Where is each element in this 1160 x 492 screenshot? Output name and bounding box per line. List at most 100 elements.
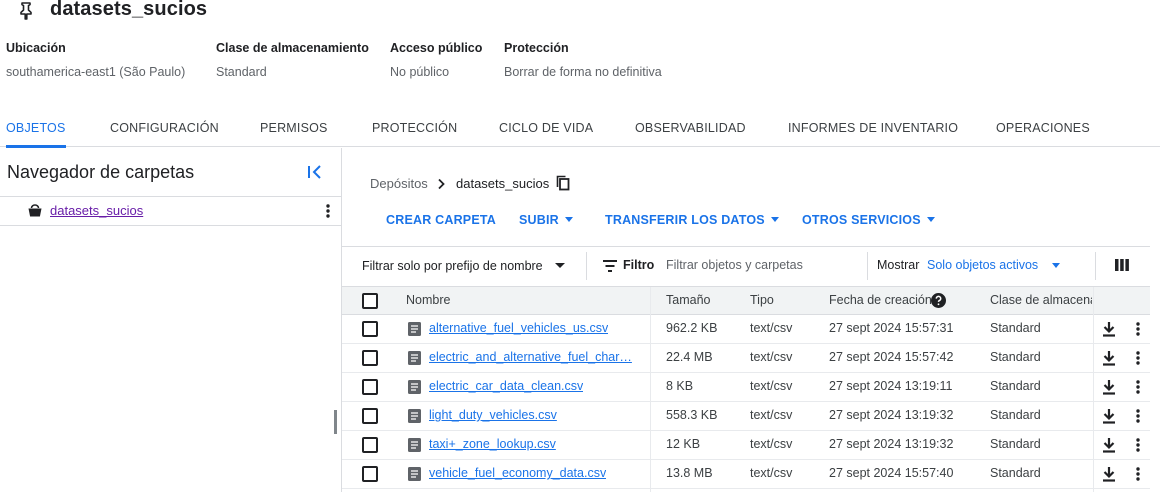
other-services-button[interactable]: OTROS SERVICIOS	[802, 213, 935, 227]
more-vert-icon[interactable]	[320, 203, 336, 219]
file-icon	[408, 409, 421, 423]
row-checkbox[interactable]	[362, 321, 378, 337]
create-folder-label: CREAR CARPETA	[386, 213, 497, 227]
show-objects-select[interactable]: Solo objetos activos	[927, 258, 1038, 272]
meta-location-value: southamerica-east1 (São Paulo)	[6, 65, 186, 79]
pin-icon[interactable]	[18, 2, 34, 20]
file-storage-class: Standard	[990, 321, 1041, 335]
copy-icon[interactable]	[556, 175, 570, 191]
file-icon	[408, 467, 421, 481]
file-type: text/csv	[750, 350, 793, 364]
file-storage-class: Standard	[990, 379, 1041, 393]
help-icon[interactable]	[931, 293, 946, 308]
download-icon[interactable]	[1102, 437, 1116, 453]
collapse-panel-icon[interactable]	[305, 162, 325, 182]
file-type: text/csv	[750, 408, 793, 422]
file-icon	[408, 438, 421, 452]
row-checkbox[interactable]	[362, 437, 378, 453]
bucket-icon	[28, 204, 42, 217]
upload-button[interactable]: SUBIR	[519, 213, 573, 227]
tab-objects[interactable]: OBJETOS	[6, 110, 66, 148]
download-icon[interactable]	[1102, 466, 1116, 482]
transfer-data-button[interactable]: TRANSFERIR LOS DATOS	[605, 213, 779, 227]
more-vert-icon[interactable]	[1131, 379, 1145, 395]
file-created: 27 sept 2024 13:19:11	[829, 379, 953, 393]
file-storage-class: Standard	[990, 408, 1041, 422]
file-size: 558.3 KB	[666, 408, 718, 422]
file-size: 22.4 MB	[666, 350, 713, 364]
file-created: 27 sept 2024 15:57:40	[829, 466, 954, 480]
file-name-link[interactable]: taxi+_zone_lookup.csv	[429, 437, 556, 451]
tab-bar: OBJETOS CONFIGURACIÓN PERMISOS PROTECCIÓ…	[0, 110, 1160, 148]
more-vert-icon[interactable]	[1131, 408, 1145, 424]
meta-protection-label: Protección	[504, 41, 569, 55]
meta-location-label: Ubicación	[6, 41, 66, 55]
column-header-storage-class[interactable]: Clase de almacena	[990, 293, 1092, 307]
transfer-data-label: TRANSFERIR LOS DATOS	[605, 213, 765, 227]
meta-storage-class-label: Clase de almacenamiento	[216, 41, 369, 55]
more-vert-icon[interactable]	[1131, 437, 1145, 453]
prefix-filter-dropdown[interactable]: Filtrar solo por prefijo de nombre	[362, 259, 543, 273]
file-created: 27 sept 2024 13:19:32	[829, 408, 954, 422]
row-checkbox[interactable]	[362, 350, 378, 366]
divider	[0, 225, 341, 226]
download-icon[interactable]	[1102, 408, 1116, 424]
divider	[0, 196, 341, 197]
column-header-size[interactable]: Tamaño	[666, 293, 710, 307]
other-services-label: OTROS SERVICIOS	[802, 213, 921, 227]
file-name-link[interactable]: alternative_fuel_vehicles_us.csv	[429, 321, 608, 335]
file-name-link[interactable]: light_duty_vehicles.csv	[429, 408, 557, 422]
page-title: datasets_sucios	[50, 0, 208, 20]
folder-browser-title: Navegador de carpetas	[7, 162, 195, 182]
file-size: 962.2 KB	[666, 321, 718, 335]
file-storage-class: Standard	[990, 466, 1041, 480]
column-display-icon[interactable]	[1115, 259, 1129, 271]
more-vert-icon[interactable]	[1131, 321, 1145, 337]
file-name-link[interactable]: electric_and_alternative_fuel_char…	[429, 350, 632, 364]
more-vert-icon[interactable]	[1131, 350, 1145, 366]
caret-down-icon	[564, 217, 573, 222]
create-folder-button[interactable]: CREAR CARPETA	[386, 213, 496, 227]
download-icon[interactable]	[1102, 321, 1116, 337]
file-name-link[interactable]: electric_car_data_clean.csv	[429, 379, 583, 393]
caret-down-icon[interactable]	[1052, 263, 1060, 268]
download-icon[interactable]	[1102, 379, 1116, 395]
file-type: text/csv	[750, 321, 793, 335]
meta-storage-class-value: Standard	[216, 65, 267, 79]
more-vert-icon[interactable]	[1131, 466, 1145, 482]
column-header-name[interactable]: Nombre	[406, 293, 450, 307]
tab-inventory-reports[interactable]: INFORMES DE INVENTARIO	[788, 110, 958, 147]
file-icon	[408, 380, 421, 394]
row-checkbox[interactable]	[362, 466, 378, 482]
upload-label: SUBIR	[519, 213, 559, 227]
column-header-created[interactable]: Fecha de creación	[829, 293, 932, 307]
file-name-link[interactable]: vehicle_fuel_economy_data.csv	[429, 466, 606, 480]
divider	[586, 252, 587, 280]
tab-lifecycle[interactable]: CICLO DE VIDA	[499, 110, 593, 147]
file-created: 27 sept 2024 15:57:31	[829, 321, 954, 335]
file-type: text/csv	[750, 379, 793, 393]
row-checkbox[interactable]	[362, 408, 378, 424]
select-all-checkbox[interactable]	[362, 293, 378, 309]
file-size: 8 KB	[666, 379, 694, 393]
show-label: Mostrar	[877, 258, 920, 272]
filter-input[interactable]: Filtrar objetos y carpetas	[666, 258, 803, 272]
tab-permissions[interactable]: PERMISOS	[260, 110, 328, 147]
column-header-type[interactable]: Tipo	[750, 293, 774, 307]
download-icon[interactable]	[1102, 350, 1116, 366]
folder-tree-bucket-link[interactable]: datasets_sucios	[50, 203, 143, 218]
caret-down-icon[interactable]	[555, 263, 565, 268]
meta-public-access-label: Acceso público	[390, 41, 483, 55]
breadcrumb-buckets-link[interactable]: Depósitos	[370, 176, 428, 191]
file-type: text/csv	[750, 437, 793, 451]
filter-label: Filtro	[623, 258, 655, 272]
breadcrumb-current: datasets_sucios	[456, 176, 550, 191]
file-icon	[408, 351, 421, 365]
tab-configuration[interactable]: CONFIGURACIÓN	[110, 110, 219, 147]
row-checkbox[interactable]	[362, 379, 378, 395]
panel-resize-handle[interactable]	[334, 410, 337, 434]
tab-operations[interactable]: OPERACIONES	[996, 110, 1090, 147]
filter-list-icon	[602, 259, 618, 273]
tab-protection[interactable]: PROTECCIÓN	[372, 110, 457, 147]
tab-observability[interactable]: OBSERVABILIDAD	[635, 110, 746, 147]
